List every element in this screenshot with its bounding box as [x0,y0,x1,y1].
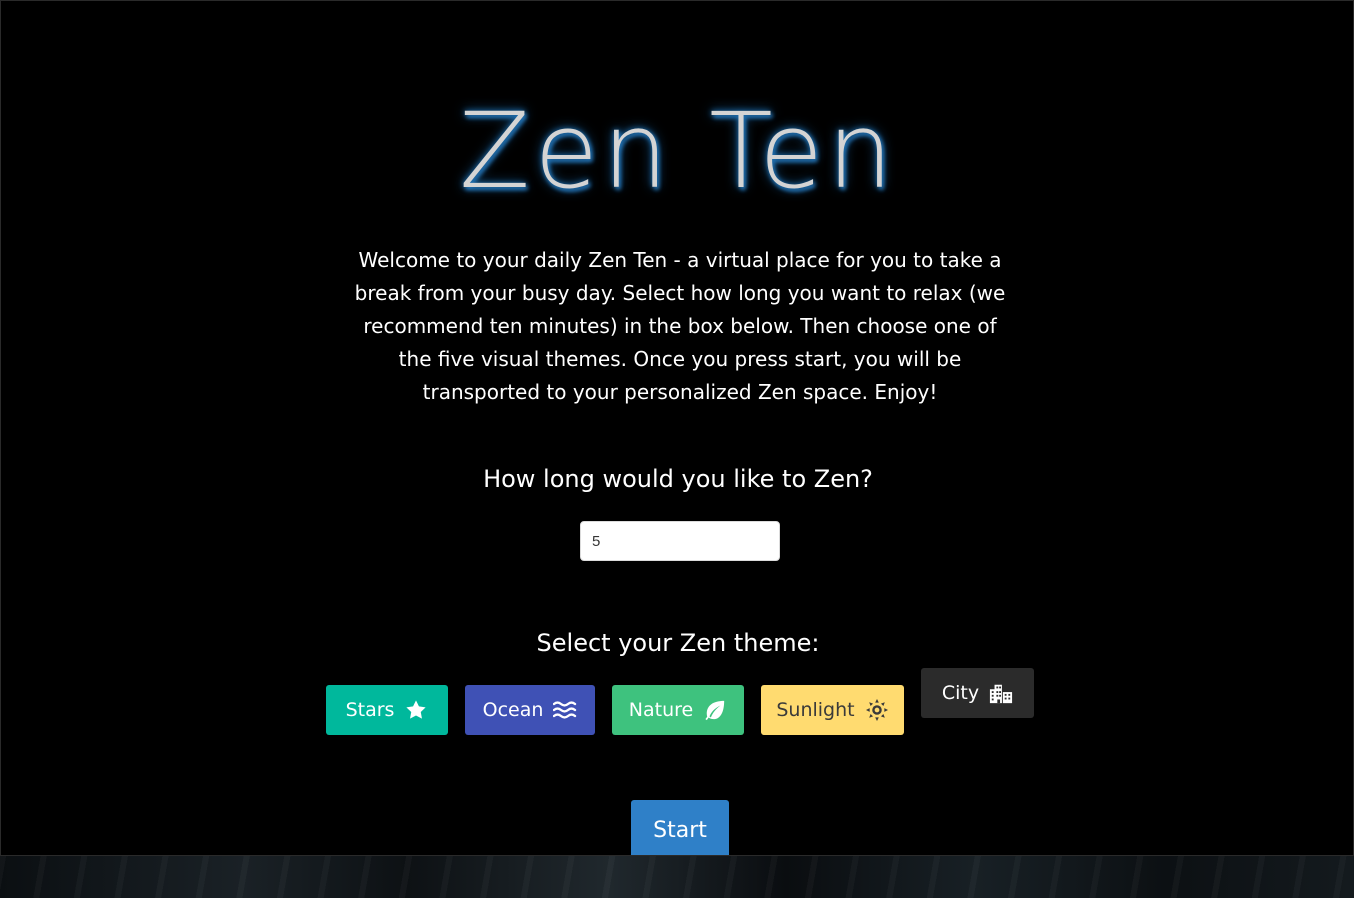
star-icon [404,698,428,722]
start-button[interactable]: Start [631,800,729,855]
theme-button-label: Ocean [482,699,544,721]
water-icon [553,698,577,722]
sun-icon [865,698,889,722]
theme-button-stars[interactable]: Stars [326,685,448,735]
main-panel: Zen Ten Welcome to your daily Zen Ten - … [0,0,1354,856]
theme-button-ocean[interactable]: Ocean [465,685,595,735]
intro-text: Welcome to your daily Zen Ten - a virtua… [354,248,1006,404]
theme-button-nature[interactable]: Nature [612,685,744,735]
theme-button-label: Sunlight [776,699,855,721]
theme-button-label: City [941,682,980,704]
city-icon [989,681,1013,705]
duration-question: How long would you like to Zen? [483,465,873,493]
minutes-input[interactable] [580,521,780,561]
background-image-strip [0,856,1354,898]
page-title: Zen Ten [459,90,897,212]
theme-button-city[interactable]: City [921,668,1034,718]
theme-button-label: Stars [345,699,395,721]
theme-button-sunlight[interactable]: Sunlight [761,685,904,735]
leaf-icon [703,698,727,722]
theme-button-label: Nature [628,699,694,721]
theme-heading: Select your Zen theme: [536,629,820,657]
